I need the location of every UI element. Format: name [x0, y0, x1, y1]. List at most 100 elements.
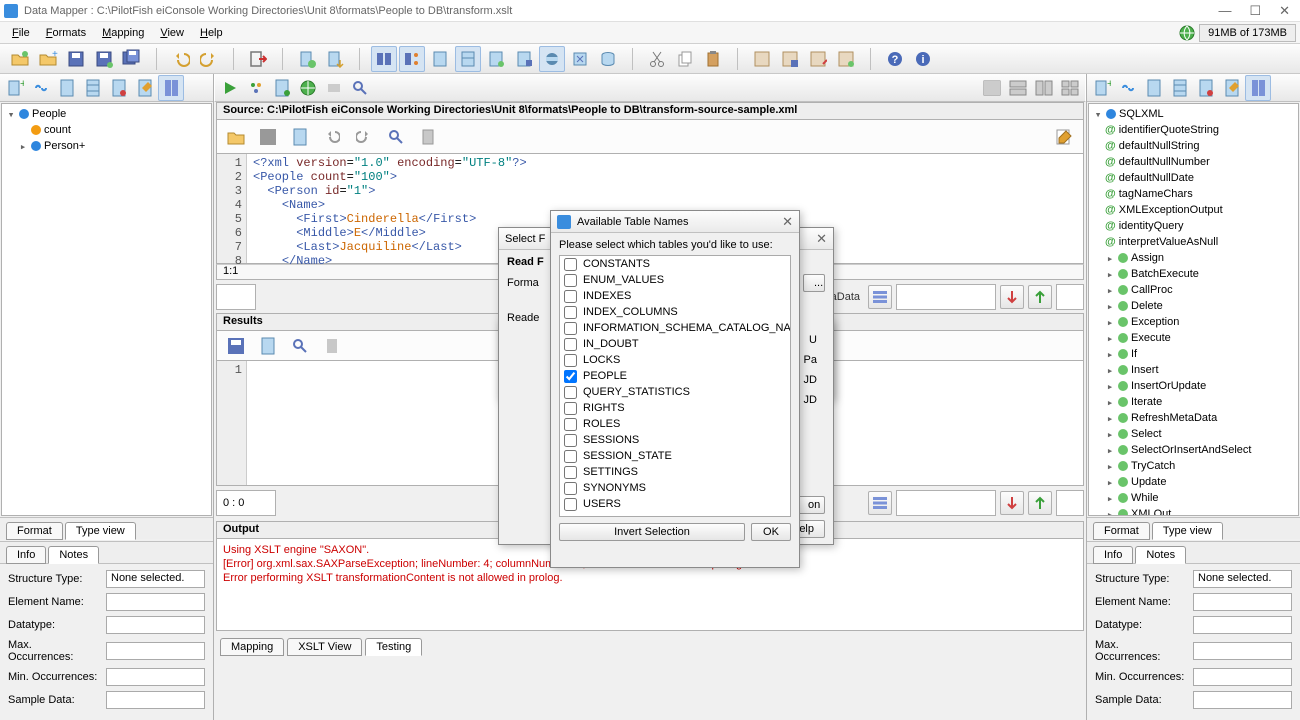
map-view-2-button[interactable]	[399, 46, 425, 72]
info-value[interactable]	[1193, 616, 1292, 634]
info-value[interactable]	[1193, 642, 1292, 660]
save-source-button[interactable]	[255, 124, 281, 150]
table-checkbox[interactable]	[564, 306, 577, 319]
clipboard-source-button[interactable]	[415, 124, 441, 150]
palette-3-button[interactable]	[805, 46, 831, 72]
tree-node[interactable]: ▸Delete	[1091, 298, 1296, 314]
table-checkbox[interactable]	[564, 418, 577, 431]
save-results-button[interactable]	[223, 333, 249, 359]
info-value[interactable]	[106, 593, 205, 611]
table-option[interactable]: ROLES	[560, 416, 790, 432]
right-tool-add-icon[interactable]: +	[1089, 75, 1115, 101]
palette-4-button[interactable]	[833, 46, 859, 72]
edit-source-button[interactable]	[1051, 124, 1077, 150]
clipboard-results-button[interactable]	[319, 333, 345, 359]
palette-1-button[interactable]	[749, 46, 775, 72]
doc-results-button[interactable]	[255, 333, 281, 359]
map-view-3-button[interactable]	[427, 46, 453, 72]
window-close-icon[interactable]: ✕	[1279, 3, 1290, 19]
tree-node[interactable]: ▸XMLOut	[1091, 506, 1296, 516]
table-option[interactable]: IN_DOUBT	[560, 336, 790, 352]
table-checkbox[interactable]	[564, 434, 577, 447]
table-option[interactable]: SYNONYMS	[560, 480, 790, 496]
tab-info-right[interactable]: Info	[1093, 546, 1133, 564]
table-option[interactable]: USERS	[560, 496, 790, 512]
window-minimize-icon[interactable]: —	[1218, 3, 1231, 19]
tree-root[interactable]: ▾People	[4, 106, 209, 122]
info-value[interactable]	[1193, 691, 1292, 709]
info-value[interactable]	[106, 691, 205, 709]
tree-node[interactable]: ▸Assign	[1091, 250, 1296, 266]
table-checkbox[interactable]	[564, 354, 577, 367]
tree-node[interactable]: ▸TryCatch	[1091, 458, 1296, 474]
table-option[interactable]: QUERY_STATISTICS	[560, 384, 790, 400]
db-button[interactable]	[595, 46, 621, 72]
info-value[interactable]	[106, 616, 205, 634]
up-arrow-button-top[interactable]	[1028, 285, 1052, 309]
tree-node[interactable]: ▸Exception	[1091, 314, 1296, 330]
search-mid-button[interactable]	[347, 75, 373, 101]
table-checkbox[interactable]	[564, 386, 577, 399]
exit-button[interactable]	[245, 46, 271, 72]
table-checkbox[interactable]	[564, 498, 577, 511]
tree-node[interactable]: ▸Select	[1091, 426, 1296, 442]
paste-button[interactable]	[700, 46, 726, 72]
tab-mapping[interactable]: Mapping	[220, 638, 284, 656]
cut-button[interactable]	[644, 46, 670, 72]
table-option[interactable]: RIGHTS	[560, 400, 790, 416]
tab-format-right[interactable]: Format	[1093, 522, 1150, 540]
tree-attr[interactable]: @tagNameChars	[1091, 186, 1296, 202]
map-view-6-button[interactable]	[511, 46, 537, 72]
run-config-button[interactable]	[243, 75, 269, 101]
undo-source-button[interactable]	[319, 124, 345, 150]
list-view-button-bottom[interactable]	[868, 491, 892, 515]
tab-format-left[interactable]: Format	[6, 522, 63, 540]
layout-2-button[interactable]	[1005, 75, 1031, 101]
table-option[interactable]: INFORMATION_SCHEMA_CATALOG_NAME	[560, 320, 790, 336]
tab-notes-right[interactable]: Notes	[1135, 546, 1186, 564]
table-dialog-close-icon[interactable]: ✕	[782, 214, 793, 230]
right-tree[interactable]: ▾SQLXML@identifierQuoteString@defaultNul…	[1088, 103, 1299, 516]
map-view-4-button[interactable]	[455, 46, 481, 72]
table-checkbox[interactable]	[564, 258, 577, 271]
table-option[interactable]: CONSTANTS	[560, 256, 790, 272]
tree-node[interactable]: ▸Iterate	[1091, 394, 1296, 410]
tree-node[interactable]: ▸If	[1091, 346, 1296, 362]
open-source-button[interactable]	[223, 124, 249, 150]
right-tool-doc3-icon[interactable]	[1193, 75, 1219, 101]
save-all-button[interactable]	[119, 46, 145, 72]
undo-button[interactable]	[168, 46, 194, 72]
debug-button[interactable]	[269, 75, 295, 101]
search-results-button[interactable]	[287, 333, 313, 359]
tree-node[interactable]: ▸BatchExecute	[1091, 266, 1296, 282]
menu-formats[interactable]: Formats	[38, 25, 94, 41]
tree-root[interactable]: ▾SQLXML	[1091, 106, 1296, 122]
palette-2-button[interactable]	[777, 46, 803, 72]
tree-node[interactable]: ▸While	[1091, 490, 1296, 506]
left-tool-link-icon[interactable]	[28, 75, 54, 101]
tree-node[interactable]: count	[4, 122, 209, 138]
tab-info-left[interactable]: Info	[6, 546, 46, 564]
layout-4-button[interactable]	[1057, 75, 1083, 101]
info-value[interactable]	[1193, 668, 1292, 686]
table-option[interactable]: SESSION_STATE	[560, 448, 790, 464]
filter-box-bottom[interactable]	[896, 490, 996, 516]
table-checkbox[interactable]	[564, 482, 577, 495]
left-tool-view-icon[interactable]	[158, 75, 184, 101]
menu-file[interactable]: File	[4, 25, 38, 41]
tab-xslt-view[interactable]: XSLT View	[287, 638, 362, 656]
tree-attr[interactable]: @XMLExceptionOutput	[1091, 202, 1296, 218]
tab-testing[interactable]: Testing	[365, 638, 422, 656]
ok-button[interactable]: OK	[751, 523, 791, 541]
tree-attr[interactable]: @interpretValueAsNull	[1091, 234, 1296, 250]
browse-button[interactable]: ...	[803, 274, 825, 292]
tab-typeview-right[interactable]: Type view	[1152, 522, 1223, 540]
right-tool-view-icon[interactable]	[1245, 75, 1271, 101]
table-option[interactable]: ENUM_VALUES	[560, 272, 790, 288]
table-option[interactable]: INDEXES	[560, 288, 790, 304]
layout-3-button[interactable]	[1031, 75, 1057, 101]
map-view-8-button[interactable]	[567, 46, 593, 72]
table-checkbox[interactable]	[564, 450, 577, 463]
redo-source-button[interactable]	[351, 124, 377, 150]
save-button[interactable]	[63, 46, 89, 72]
